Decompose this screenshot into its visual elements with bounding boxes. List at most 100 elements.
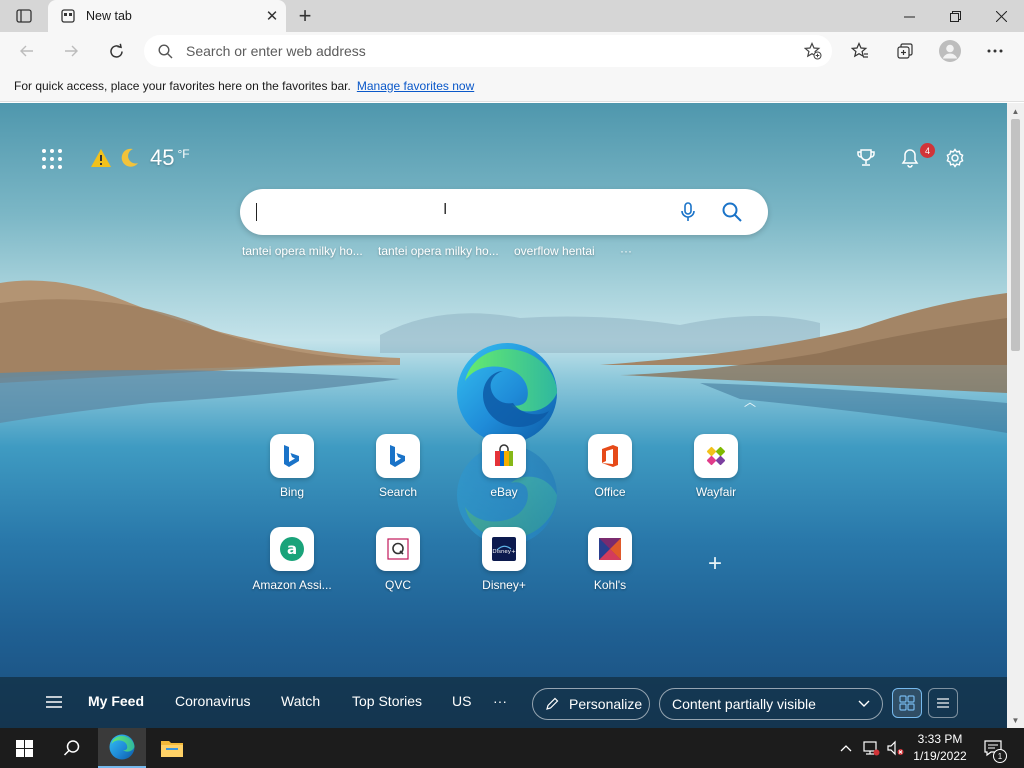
news-feed-bar: My Feed Coronavirus Watch Top Stories US… [0,677,1007,728]
taskbar-search-icon[interactable] [48,728,96,768]
personalize-button[interactable]: Personalize [532,688,650,720]
page-scrollbar[interactable]: ▲ ▼ [1007,103,1024,728]
forward-arrow-icon[interactable] [56,36,86,66]
new-tab-plus-icon[interactable]: + [292,3,318,28]
weather-widget[interactable]: 45 °F [90,143,190,173]
windows-taskbar: 3:33 PM 1/19/2022 1 [0,728,1024,768]
manage-favorites-link[interactable]: Manage favorites now [357,79,474,93]
quick-link-tile[interactable]: Wayfair [668,434,764,499]
chevron-down-icon [858,700,870,707]
close-tab-icon[interactable]: ✕ [258,2,286,30]
hamburger-menu-icon[interactable] [44,694,64,710]
quick-link-tile[interactable]: Kohl's [562,527,658,592]
show-hidden-icons-chevron-icon[interactable] [836,728,856,768]
ebay-bag-icon [482,434,526,478]
scrollbar-thumb[interactable] [1011,119,1020,351]
bing-icon [270,434,314,478]
collapse-tiles-chevron-icon[interactable]: ︿ [744,393,756,410]
collections-icon[interactable] [890,36,920,66]
windows-start-icon[interactable] [0,728,48,768]
scroll-up-arrow-icon[interactable]: ▲ [1007,104,1024,118]
navigation-toolbar: Search or enter web address [0,32,1024,70]
add-quick-link-plus-icon[interactable]: + [703,552,727,576]
web-search-box[interactable]: I [240,189,768,235]
new-tab-page-icon [60,8,76,24]
feed-tab-us[interactable]: US [452,693,471,709]
list-layout-button[interactable] [928,688,958,718]
feed-tab-watch[interactable]: Watch [281,693,320,709]
search-submit-icon[interactable] [720,200,744,224]
quick-link-tile[interactable]: eBay [456,434,552,499]
office-icon [588,434,632,478]
moon-icon [121,148,138,167]
feed-tab-my-feed[interactable]: My Feed [88,693,144,709]
action-center-icon[interactable]: 1 [980,728,1007,768]
clock-time: 3:33 PM [917,732,963,746]
back-arrow-icon[interactable] [12,36,42,66]
ibeam-mouse-cursor: I [443,201,448,218]
refresh-icon[interactable] [101,36,131,66]
disney-plus-icon: Disney+ [482,527,526,571]
quick-link-tile[interactable]: Bing [244,434,340,499]
volume-muted-icon[interactable] [884,728,906,768]
grid-layout-button[interactable] [892,688,922,718]
clock-date: 1/19/2022 [913,749,967,763]
close-window-icon[interactable] [978,0,1024,32]
quick-link-tile[interactable]: Disney+ Disney+ [456,527,552,592]
more-suggestions-button[interactable]: ··· [620,244,632,258]
search-suggestion[interactable]: overflow hentai [514,244,595,258]
amazon-assistant-icon: a [270,527,314,571]
search-suggestion[interactable]: tantei opera milky ho... [378,244,499,258]
voice-search-microphone-icon[interactable] [676,200,700,224]
scroll-down-arrow-icon[interactable]: ▼ [1007,713,1024,727]
feed-tab-coronavirus[interactable]: Coronavirus [175,693,250,709]
search-icon [156,42,174,60]
favorites-bar: For quick access, place your favorites h… [0,70,1024,102]
system-clock[interactable]: 3:33 PM 1/19/2022 [908,731,972,765]
rewards-trophy-icon[interactable] [853,145,879,171]
address-bar[interactable]: Search or enter web address [144,35,832,67]
search-suggestions: tantei opera milky ho... tantei opera mi… [0,244,1007,264]
qvc-icon [376,527,420,571]
quick-link-tile[interactable]: a Amazon Assi... [244,527,340,592]
tile-label: eBay [490,485,518,499]
tile-label: QVC [384,578,411,592]
apps-grid-icon[interactable] [38,145,66,173]
add-favorite-star-icon[interactable] [800,38,826,64]
edge-taskbar-icon[interactable] [98,728,146,768]
minimize-icon[interactable] [886,0,932,32]
svg-text:a: a [287,540,297,558]
svg-text:Disney+: Disney+ [492,549,516,555]
tile-label: Office [594,485,626,499]
grid-layout-icon [899,695,915,711]
text-caret [256,203,257,221]
settings-and-more-icon[interactable] [980,36,1010,66]
favorites-icon[interactable] [845,36,875,66]
address-input[interactable]: Search or enter web address [186,43,800,59]
content-visibility-value: Content partially visible [672,696,816,712]
bing-search-icon [376,434,420,478]
edge-logo [457,343,557,443]
feed-more-button[interactable]: ··· [493,693,507,709]
quick-link-tile[interactable]: Search [350,434,446,499]
quick-link-tile[interactable]: Office [562,434,658,499]
tile-label: Search [378,485,418,499]
search-suggestion[interactable]: tantei opera milky ho... [242,244,363,258]
weather-unit: °F [177,147,190,161]
tab-new-tab[interactable]: New tab ✕ [48,0,286,32]
file-explorer-folder-icon[interactable] [148,728,196,768]
feed-tab-top-stories[interactable]: Top Stories [352,693,422,709]
tile-label: Amazon Assi... [252,578,332,592]
kohls-icon [588,527,632,571]
profile-avatar[interactable] [935,36,965,66]
tab-actions-menu-icon[interactable] [8,5,40,27]
tile-label: Wayfair [695,485,737,499]
quick-link-tile[interactable]: QVC [350,527,446,592]
restore-icon[interactable] [932,0,978,32]
content-visibility-dropdown[interactable]: Content partially visible [659,688,883,720]
page-settings-gear-icon[interactable] [942,145,968,171]
new-tab-page: 45 °F 4 I tantei opera milky ho... tante… [0,103,1007,728]
network-icon[interactable] [860,728,882,768]
tile-label: Disney+ [482,578,526,592]
pencil-icon [546,697,559,710]
